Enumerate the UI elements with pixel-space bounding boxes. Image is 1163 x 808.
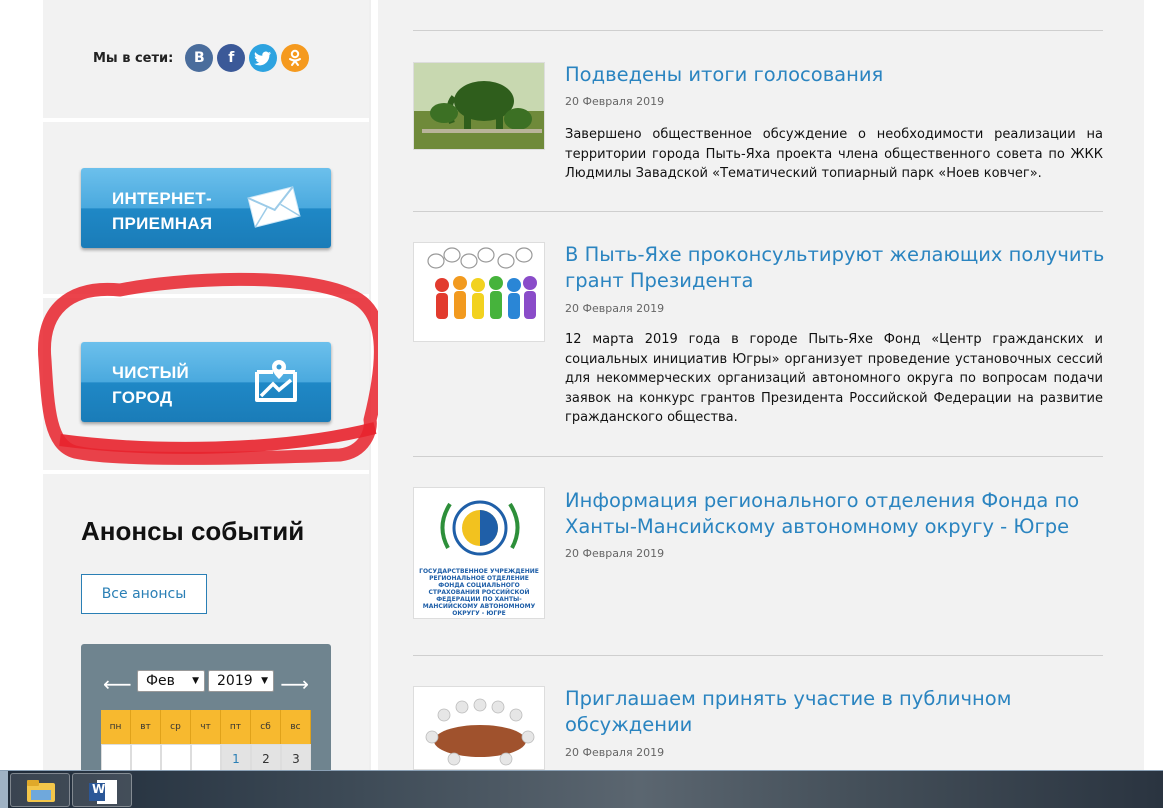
news-title-link[interactable]: Подведены итоги голосования (565, 62, 1105, 88)
divider (413, 655, 1103, 656)
news-date: 20 Февраля 2019 (565, 547, 665, 560)
button-label-line2: ПРИЕМНАЯ (112, 214, 213, 233)
news-thumbnail[interactable]: ГОСУДАРСТВЕННОЕ УЧРЕЖДЕНИЕ РЕГИОНАЛЬНОЕ … (413, 487, 545, 619)
news-date: 20 Февраля 2019 (565, 302, 665, 315)
facebook-icon[interactable]: f (217, 44, 246, 72)
calendar-day[interactable]: 2 (251, 744, 281, 770)
internet-reception-button[interactable]: ИНТЕРНЕТ- ПРИЕМНАЯ (81, 168, 331, 248)
social-links: Мы в сети: B f (93, 42, 310, 74)
social-label: Мы в сети: (93, 50, 174, 66)
taskbar: W (0, 770, 1163, 808)
calendar-widget: ⟵ Фев ▼ 2019 ▼ ⟶ пн вт ср чт пт сб вс 1 2 … (81, 644, 331, 770)
weekday-header: вс (281, 710, 311, 744)
calendar-day[interactable]: 3 (281, 744, 311, 770)
weekday-header: вт (131, 710, 161, 744)
news-excerpt: 12 марта 2019 года в городе Пыть-Яхе Фон… (565, 332, 1103, 425)
calendar-day-empty (131, 744, 161, 770)
calendar-grid: пн вт ср чт пт сб вс 1 2 3 (101, 710, 311, 770)
news-title-link[interactable]: Приглашаем принять участие в публичном о… (565, 686, 1105, 738)
events-heading: Анонсы событий (81, 516, 305, 546)
button-label-line2: ГОРОД (112, 388, 173, 407)
news-title-link[interactable]: Информация регионального отделения Фонда… (565, 488, 1105, 540)
twitter-icon[interactable] (249, 44, 278, 72)
calendar-day-empty (161, 744, 191, 770)
right-gutter (1144, 0, 1163, 770)
news-date: 20 Февраля 2019 (565, 95, 665, 108)
year-select[interactable]: 2019 ▼ (208, 670, 274, 692)
calendar-day[interactable]: 1 (221, 744, 251, 770)
year-select-value: 2019 (217, 673, 253, 689)
button-label-line1: ИНТЕРНЕТ- (112, 189, 212, 208)
word-glyph: W (92, 782, 106, 796)
weekday-header: чт (191, 710, 221, 744)
weekday-header: сб (251, 710, 281, 744)
divider (413, 456, 1103, 457)
vk-icon[interactable]: B (185, 44, 214, 72)
month-select-value: Фев (146, 673, 175, 689)
taskbar-edge (0, 771, 8, 808)
weekday-header: пн (101, 710, 131, 744)
divider (413, 211, 1103, 212)
news-date: 20 Февраля 2019 (565, 746, 665, 759)
map-pin-icon (251, 356, 301, 408)
news-thumbnail[interactable] (413, 686, 545, 770)
weekday-header: пт (221, 710, 251, 744)
month-select[interactable]: Фев ▼ (137, 670, 205, 692)
divider (413, 30, 1103, 31)
chevron-down-icon: ▼ (192, 676, 199, 686)
news-thumbnail[interactable] (413, 242, 545, 342)
news-excerpt: Завершено общественное обсуждение о необ… (565, 127, 1103, 181)
news-title-link[interactable]: В Пыть-Яхе проконсультируют желающих пол… (565, 242, 1105, 294)
next-month-arrow[interactable]: ⟶ (280, 672, 309, 696)
odnoklassniki-icon[interactable] (281, 44, 310, 72)
weekday-header: ср (161, 710, 191, 744)
news-thumbnail[interactable] (413, 62, 545, 150)
file-explorer-icon[interactable] (10, 773, 70, 807)
word-icon[interactable]: W (72, 773, 132, 807)
envelope-icon (247, 184, 301, 234)
chevron-down-icon: ▼ (261, 676, 268, 686)
prev-month-arrow[interactable]: ⟵ (103, 672, 132, 696)
button-label-line1: ЧИСТЫЙ (112, 363, 190, 382)
all-events-button[interactable]: Все анонсы (81, 574, 207, 614)
calendar-day-empty (101, 744, 131, 770)
thumbnail-caption: ГОСУДАРСТВЕННОЕ УЧРЕЖДЕНИЕ РЕГИОНАЛЬНОЕ … (419, 568, 539, 617)
calendar-day-empty (191, 744, 221, 770)
clean-city-button[interactable]: ЧИСТЫЙ ГОРОД (81, 342, 331, 422)
